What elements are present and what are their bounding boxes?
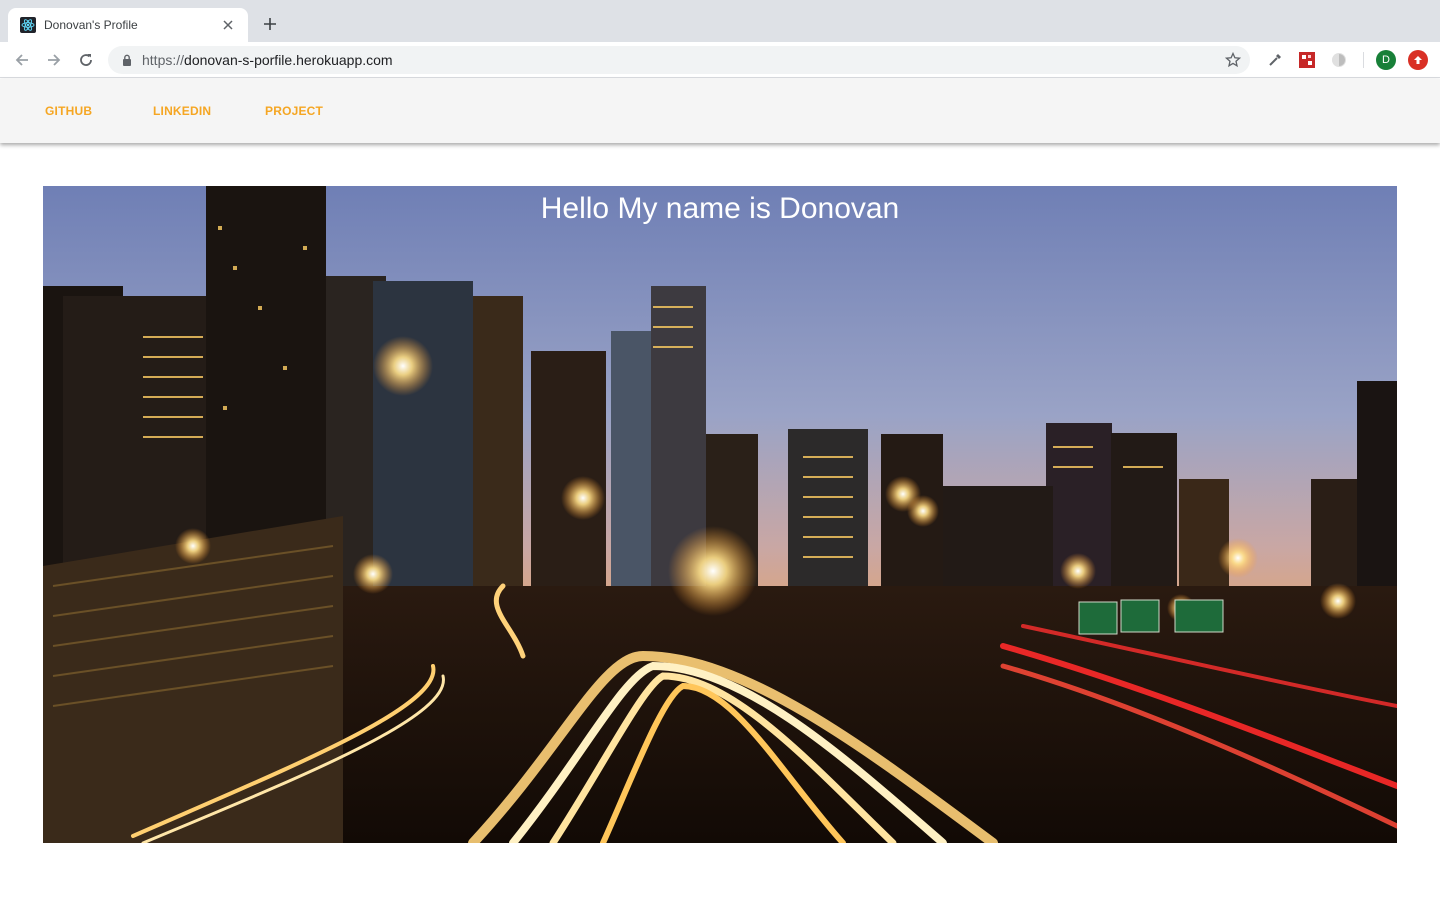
close-icon[interactable]: [220, 17, 236, 33]
toolbar-divider: [1363, 52, 1364, 68]
plus-icon[interactable]: [258, 12, 282, 36]
back-icon[interactable]: [10, 48, 34, 72]
forward-icon[interactable]: [42, 48, 66, 72]
extension-icon[interactable]: [1298, 51, 1316, 69]
eyedropper-icon[interactable]: [1266, 51, 1284, 69]
browser-toolbar: https://donovan-s-porfile.herokuapp.com …: [0, 42, 1440, 78]
nav-link-github[interactable]: GITHUB: [45, 104, 92, 118]
city-skyline-illustration: [43, 186, 1397, 843]
update-icon[interactable]: [1408, 50, 1428, 70]
tab-strip: Donovan's Profile: [0, 0, 1440, 42]
url-text: https://donovan-s-porfile.herokuapp.com: [142, 52, 393, 68]
hero-image: Hello My name is Donovan: [43, 186, 1397, 843]
nav-link-project[interactable]: PROJECT: [265, 104, 323, 118]
site-navbar: GITHUB LINKEDIN PROJECT: [0, 79, 1440, 143]
star-icon[interactable]: [1224, 51, 1242, 69]
profile-avatar[interactable]: D: [1376, 50, 1396, 70]
lock-icon: [120, 53, 134, 67]
reload-icon[interactable]: [74, 48, 98, 72]
tab-title: Donovan's Profile: [44, 18, 138, 32]
browser-tab[interactable]: Donovan's Profile: [8, 8, 248, 42]
nav-link-linkedin[interactable]: LINKEDIN: [153, 104, 211, 118]
react-favicon-icon: [20, 17, 36, 33]
extension-icon[interactable]: [1330, 51, 1348, 69]
hero-title: Hello My name is Donovan: [540, 192, 900, 225]
address-bar[interactable]: https://donovan-s-porfile.herokuapp.com: [108, 46, 1250, 74]
